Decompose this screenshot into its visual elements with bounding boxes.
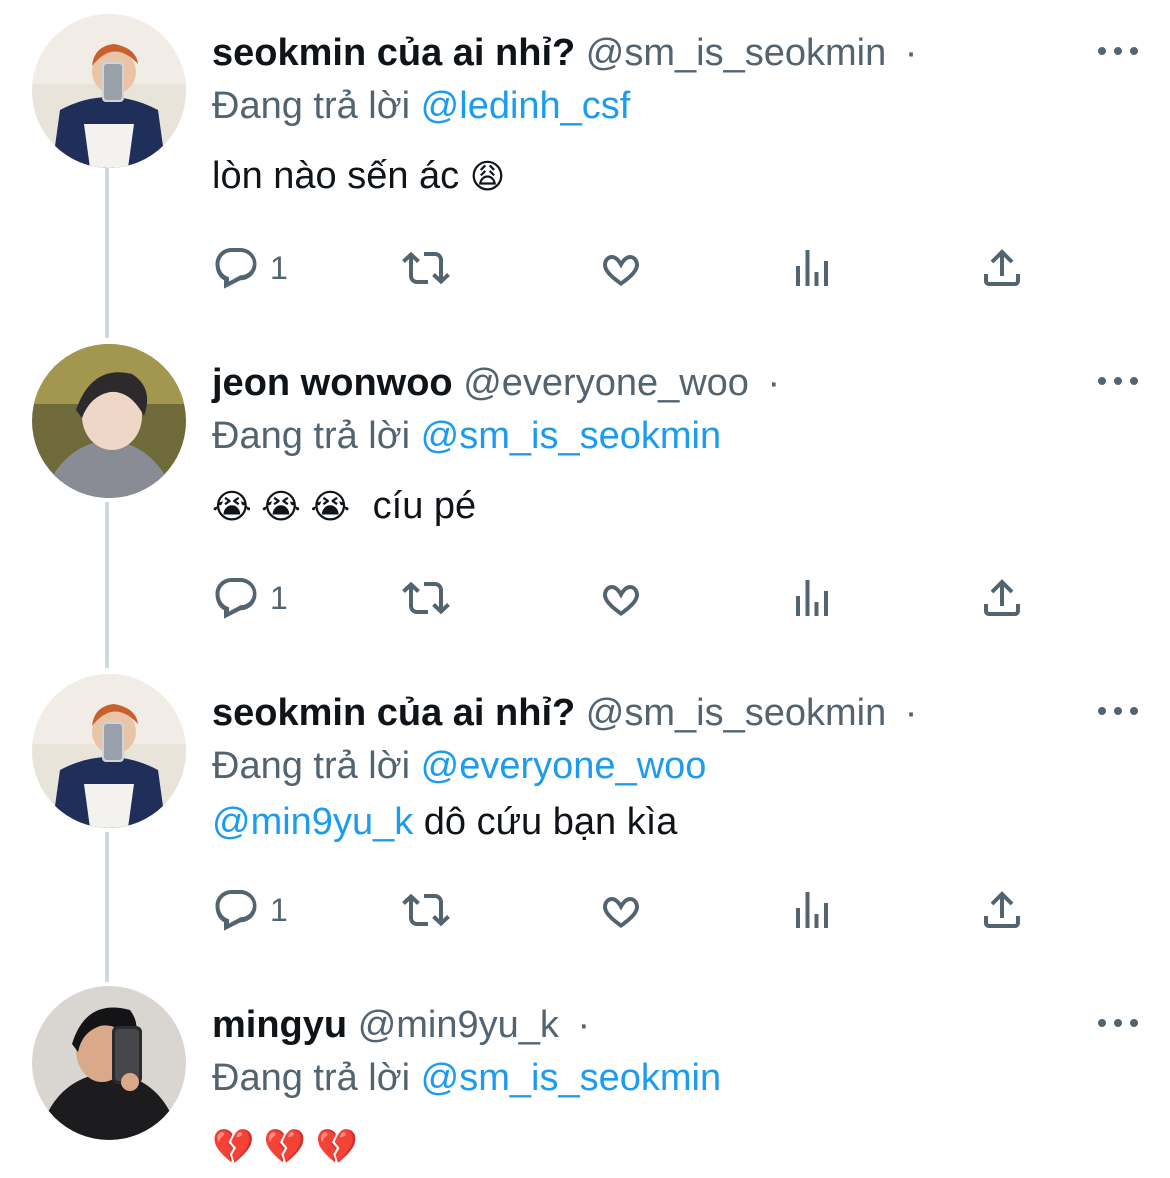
retweet-button[interactable] (402, 880, 450, 940)
replying-to: Đang trả lời @ledinh_csf (212, 80, 630, 132)
like-button[interactable] (597, 568, 645, 628)
replying-to: Đang trả lời @sm_is_seokmin (212, 410, 721, 462)
tweet-text-content: lòn nào sến ác (212, 155, 460, 197)
separator-dot: · (577, 1004, 591, 1046)
tweet[interactable]: mingyu @min9yu_k · Đang trả lời @sm_is_s… (0, 986, 1170, 1178)
replying-to: Đang trả lời @everyone_woo (212, 740, 706, 792)
tweet[interactable]: seokmin của ai nhỉ? @sm_is_seokmin · Đan… (0, 14, 1170, 334)
reply-count: 1 (270, 891, 288, 928)
like-button[interactable] (597, 880, 645, 940)
tweet-text: 💔 💔 💔 (212, 1120, 358, 1173)
handle[interactable]: @min9yu_k (358, 1004, 559, 1046)
reply-icon (215, 890, 257, 931)
replying-to-handle[interactable]: @sm_is_seokmin (421, 1057, 721, 1099)
more-icon[interactable] (1098, 1010, 1138, 1036)
tweet-header: seokmin của ai nhỉ? @sm_is_seokmin · (212, 28, 917, 78)
avatar[interactable] (32, 14, 186, 168)
more-icon[interactable] (1098, 698, 1138, 724)
tweet-text: @min9yu_k dô cứu bạn kìa (212, 796, 677, 848)
separator-dot: · (767, 362, 781, 404)
separator-dot: · (904, 32, 918, 74)
views-button[interactable] (788, 880, 836, 940)
loudly-crying-face-emoji: 😭 😭 😭 (212, 488, 351, 526)
tweet-text: lòn nào sến ác 😩 (212, 150, 505, 203)
more-icon[interactable] (1098, 368, 1138, 394)
reply-icon (215, 578, 257, 619)
handle[interactable]: @sm_is_seokmin (586, 32, 886, 74)
replying-to-label: Đang trả lời (212, 85, 411, 127)
share-icon (984, 249, 1020, 286)
analytics-icon (796, 580, 828, 616)
tweet-text-content: dô cứu bạn kìa (423, 801, 678, 843)
tweet-actions: 1 (212, 568, 1072, 628)
share-button[interactable] (978, 880, 1026, 940)
replying-to-label: Đang trả lời (212, 1057, 411, 1099)
retweet-button[interactable] (402, 568, 450, 628)
more-icon[interactable] (1098, 38, 1138, 64)
display-name[interactable]: seokmin của ai nhỉ? (212, 32, 575, 74)
avatar[interactable] (32, 986, 186, 1140)
retweet-icon (402, 893, 450, 927)
reply-button[interactable]: 1 (212, 238, 288, 298)
tweet-header: jeon wonwoo @everyone_woo · (212, 358, 780, 408)
display-name[interactable]: mingyu (212, 1004, 347, 1046)
replying-to-handle[interactable]: @ledinh_csf (421, 85, 631, 127)
mention-link[interactable]: @min9yu_k (212, 801, 413, 843)
replying-to-handle[interactable]: @sm_is_seokmin (421, 415, 721, 457)
analytics-icon (796, 892, 828, 928)
like-button[interactable] (597, 238, 645, 298)
avatar[interactable] (32, 344, 186, 498)
replying-to-label: Đang trả lời (212, 745, 411, 787)
separator-dot: · (904, 692, 918, 734)
tweet-actions: 1 (212, 238, 1072, 298)
tweet-text: 😭 😭 😭 cíu pé (212, 480, 476, 533)
share-icon (984, 579, 1020, 616)
analytics-icon (796, 250, 828, 286)
tweet-header: seokmin của ai nhỉ? @sm_is_seokmin · (212, 688, 917, 738)
tweet-header: mingyu @min9yu_k · (212, 1000, 590, 1050)
share-button[interactable] (978, 568, 1026, 628)
replying-to-label: Đang trả lời (212, 415, 411, 457)
tweet[interactable]: seokmin của ai nhỉ? @sm_is_seokmin · Đan… (0, 674, 1170, 984)
retweet-icon (402, 581, 450, 615)
broken-heart-emoji: 💔 💔 💔 (212, 1128, 358, 1166)
reply-button[interactable]: 1 (212, 568, 288, 628)
tweet[interactable]: jeon wonwoo @everyone_woo · Đang trả lời… (0, 344, 1170, 664)
handle[interactable]: @sm_is_seokmin (586, 692, 886, 734)
retweet-button[interactable] (402, 238, 450, 298)
display-name[interactable]: jeon wonwoo (212, 362, 453, 404)
avatar[interactable] (32, 674, 186, 828)
tweet-actions: 1 (212, 880, 1072, 940)
reply-count: 1 (270, 249, 288, 286)
replying-to: Đang trả lời @sm_is_seokmin (212, 1052, 721, 1104)
heart-icon (603, 896, 639, 928)
display-name[interactable]: seokmin của ai nhỉ? (212, 692, 575, 734)
views-button[interactable] (788, 238, 836, 298)
reply-button[interactable]: 1 (212, 880, 288, 940)
heart-icon (603, 584, 639, 616)
retweet-icon (402, 251, 450, 285)
weary-face-emoji: 😩 (469, 158, 506, 196)
reply-icon (215, 248, 257, 289)
replying-to-handle[interactable]: @everyone_woo (421, 745, 707, 787)
handle[interactable]: @everyone_woo (463, 362, 749, 404)
reply-count: 1 (270, 579, 288, 616)
share-button[interactable] (978, 238, 1026, 298)
views-button[interactable] (788, 568, 836, 628)
share-icon (984, 891, 1020, 928)
tweet-text-content: cíu pé (372, 485, 477, 527)
heart-icon (603, 254, 639, 286)
